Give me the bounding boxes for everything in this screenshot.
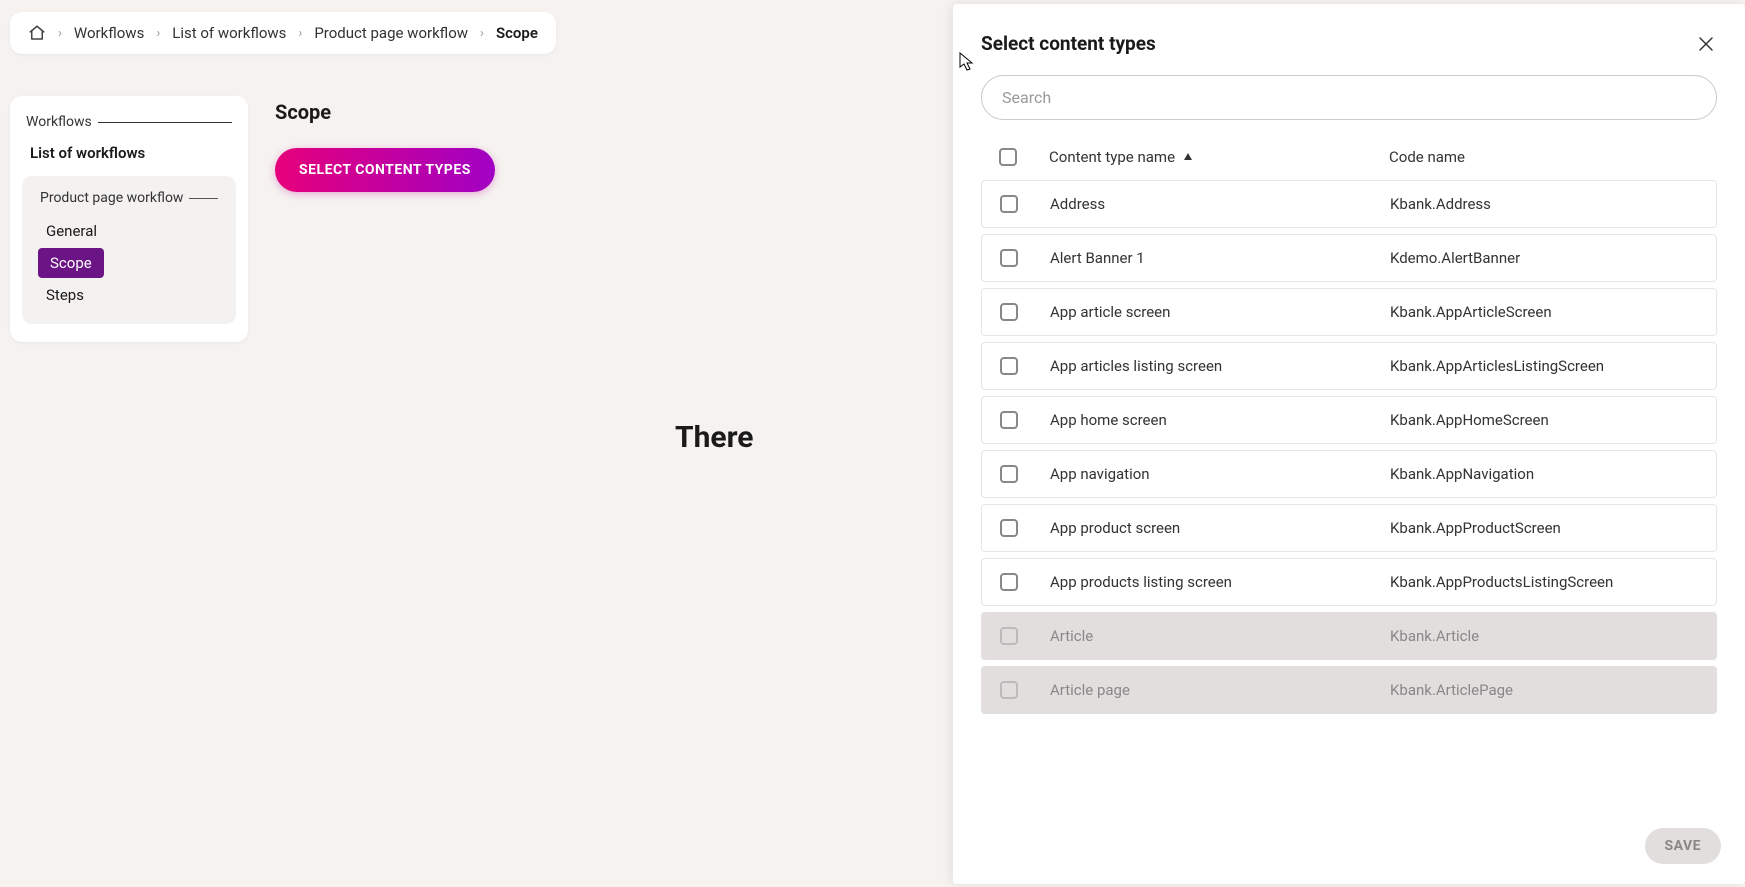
row-checkbox[interactable] (1000, 465, 1018, 483)
table-header-row: Content type name Code name (981, 138, 1717, 180)
row-code-name: Kbank.AppProductScreen (1390, 519, 1698, 537)
empty-state-heading: There (675, 420, 754, 455)
table-row[interactable]: AddressKbank.Address (981, 180, 1717, 228)
panel-header: Select content types (953, 4, 1745, 65)
table-row[interactable]: App home screenKbank.AppHomeScreen (981, 396, 1717, 444)
row-code-name: Kdemo.AlertBanner (1390, 249, 1698, 267)
sidebar-item-steps[interactable]: Steps (30, 278, 228, 312)
sidebar-sub: Product page workflow General Scope Step… (22, 176, 236, 324)
table-row[interactable]: App articles listing screenKbank.AppArti… (981, 342, 1717, 390)
row-content-type-name: App articles listing screen (1050, 357, 1390, 375)
row-code-name: Kbank.Article (1390, 627, 1698, 645)
table-row: ArticleKbank.Article (981, 612, 1717, 660)
breadcrumb-workflows[interactable]: Workflows (74, 24, 144, 42)
row-checkbox[interactable] (1000, 357, 1018, 375)
divider (189, 198, 218, 199)
sidebar-item-general[interactable]: General (30, 214, 228, 248)
chevron-right-icon: › (58, 26, 62, 41)
row-code-name: Kbank.AppArticleScreen (1390, 303, 1698, 321)
chevron-right-icon: › (298, 26, 302, 41)
row-content-type-name: Article page (1050, 681, 1390, 699)
sidebar-sub-header: Product page workflow (30, 186, 228, 214)
column-header-code[interactable]: Code name (1389, 148, 1699, 166)
row-content-type-name: App product screen (1050, 519, 1390, 537)
sidebar: Workflows List of workflows Product page… (10, 96, 248, 342)
sidebar-item-scope[interactable]: Scope (38, 248, 104, 278)
column-header-name[interactable]: Content type name (1049, 148, 1389, 166)
row-content-type-name: App products listing screen (1050, 573, 1390, 591)
row-content-type-name: App home screen (1050, 411, 1390, 429)
table-row: Article pageKbank.ArticlePage (981, 666, 1717, 714)
sort-asc-icon (1183, 152, 1193, 162)
panel-footer: SAVE (953, 808, 1745, 884)
chevron-right-icon: › (156, 26, 160, 41)
row-content-type-name: Article (1050, 627, 1390, 645)
row-content-type-name: App navigation (1050, 465, 1390, 483)
row-checkbox (1000, 627, 1018, 645)
row-code-name: Kbank.Address (1390, 195, 1698, 213)
home-icon[interactable] (28, 24, 46, 42)
row-code-name: Kbank.AppNavigation (1390, 465, 1698, 483)
sidebar-heading-label: Workflows (26, 114, 92, 130)
select-content-types-panel: Select content types Content type name C… (953, 4, 1745, 884)
search-input[interactable] (981, 75, 1717, 120)
row-code-name: Kbank.AppHomeScreen (1390, 411, 1698, 429)
table-row[interactable]: App navigationKbank.AppNavigation (981, 450, 1717, 498)
chevron-right-icon: › (480, 26, 484, 41)
page-title: Scope (275, 100, 331, 124)
save-button[interactable]: SAVE (1645, 828, 1722, 864)
table-row[interactable]: App products listing screenKbank.AppProd… (981, 558, 1717, 606)
close-icon[interactable] (1695, 33, 1717, 55)
sidebar-item-list-of-workflows[interactable]: List of workflows (22, 136, 236, 170)
content-type-table: Content type name Code name AddressKbank… (953, 120, 1745, 808)
table-row[interactable]: Alert Banner 1Kdemo.AlertBanner (981, 234, 1717, 282)
sidebar-sub-header-label: Product page workflow (40, 190, 183, 206)
search-wrap (953, 65, 1745, 120)
row-checkbox[interactable] (1000, 411, 1018, 429)
row-content-type-name: App article screen (1050, 303, 1390, 321)
breadcrumb-list-of-workflows[interactable]: List of workflows (172, 24, 286, 42)
table-row[interactable]: App article screenKbank.AppArticleScreen (981, 288, 1717, 336)
breadcrumb: › Workflows › List of workflows › Produc… (10, 12, 556, 54)
row-checkbox (1000, 681, 1018, 699)
breadcrumb-scope: Scope (496, 24, 538, 42)
column-header-name-label: Content type name (1049, 148, 1175, 166)
row-content-type-name: Address (1050, 195, 1390, 213)
row-checkbox[interactable] (1000, 573, 1018, 591)
row-checkbox[interactable] (1000, 303, 1018, 321)
select-content-types-button[interactable]: SELECT CONTENT TYPES (275, 148, 495, 192)
select-all-checkbox[interactable] (999, 148, 1017, 166)
breadcrumb-product-page-workflow[interactable]: Product page workflow (314, 24, 468, 42)
row-code-name: Kbank.AppArticlesListingScreen (1390, 357, 1698, 375)
row-checkbox[interactable] (1000, 195, 1018, 213)
row-code-name: Kbank.ArticlePage (1390, 681, 1698, 699)
row-content-type-name: Alert Banner 1 (1050, 249, 1390, 267)
row-code-name: Kbank.AppProductsListingScreen (1390, 573, 1698, 591)
row-checkbox[interactable] (1000, 249, 1018, 267)
table-row[interactable]: App product screenKbank.AppProductScreen (981, 504, 1717, 552)
row-checkbox[interactable] (1000, 519, 1018, 537)
divider (98, 122, 232, 123)
sidebar-heading: Workflows (22, 110, 236, 136)
panel-title: Select content types (981, 32, 1156, 55)
